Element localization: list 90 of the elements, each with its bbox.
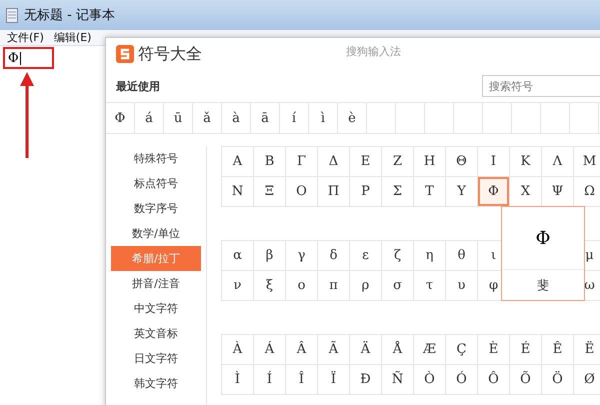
symbol-cell[interactable]: Ξ <box>254 177 286 207</box>
symbol-cell[interactable]: β <box>254 241 286 271</box>
symbol-cell[interactable]: σ <box>382 271 414 301</box>
symbol-cell[interactable]: υ <box>446 271 478 301</box>
symbol-cell[interactable]: Δ <box>318 147 350 177</box>
symbol-cell[interactable]: í <box>280 103 309 133</box>
symbol-cell[interactable]: ξ <box>254 271 286 301</box>
symbol-cell[interactable]: Õ <box>510 365 542 395</box>
symbol-cell[interactable]: à <box>222 103 251 133</box>
symbol-cell[interactable]: ā <box>251 103 280 133</box>
notepad-icon <box>6 8 18 22</box>
category-item[interactable]: 英文音标 <box>111 321 201 346</box>
symbol-cell[interactable]: Ð <box>350 365 382 395</box>
symbol-cell[interactable]: Å <box>382 335 414 365</box>
symbol-cell[interactable]: Æ <box>414 335 446 365</box>
menu-item[interactable]: 文件(F) <box>7 30 44 45</box>
symbol-cell[interactable]: Ν <box>222 177 254 207</box>
menu-item[interactable]: 编辑(E) <box>54 30 92 45</box>
category-item[interactable]: 特殊符号 <box>111 146 201 171</box>
symbol-cell[interactable]: Ê <box>542 335 574 365</box>
symbol-cell[interactable]: Σ <box>382 177 414 207</box>
symbol-cell[interactable]: δ <box>318 241 350 271</box>
text-cursor <box>20 52 21 64</box>
symbol-reading: 斐 <box>536 276 550 294</box>
symbol-cell[interactable]: Μ <box>574 147 600 177</box>
panel-title: 符号大全 <box>138 44 202 64</box>
arrow-icon <box>20 72 34 160</box>
symbol-cell[interactable]: Í <box>254 365 286 395</box>
category-item[interactable]: 韩文字符 <box>111 371 201 396</box>
symbol-cell[interactable]: Ö <box>542 365 574 395</box>
symbol-cell[interactable]: Ζ <box>382 147 414 177</box>
symbol-cell[interactable]: Τ <box>414 177 446 207</box>
symbol-cell[interactable]: Γ <box>286 147 318 177</box>
symbol-cell[interactable]: θ <box>446 241 478 271</box>
window-title: 无标题 - 记事本 <box>24 7 115 24</box>
symbol-cell[interactable]: Ø <box>574 365 600 395</box>
symbol-cell[interactable]: É <box>510 335 542 365</box>
symbol-cell[interactable]: Η <box>414 147 446 177</box>
symbol-cell[interactable]: Ã <box>318 335 350 365</box>
category-item[interactable]: 数字序号 <box>111 196 201 221</box>
symbol-cell[interactable]: Ρ <box>350 177 382 207</box>
editor-text: Φ <box>8 50 19 66</box>
symbol-cell[interactable]: Φ <box>478 177 510 207</box>
symbol-cell[interactable]: ζ <box>382 241 414 271</box>
search-field[interactable]: 搜索符号 <box>482 75 600 97</box>
symbol-cell[interactable]: Π <box>318 177 350 207</box>
symbol-cell[interactable]: Á <box>254 335 286 365</box>
symbol-cell[interactable]: ì <box>309 103 338 133</box>
symbol-cell[interactable]: Ì <box>222 365 254 395</box>
symbol-cell[interactable]: Θ <box>446 147 478 177</box>
symbol-cell[interactable]: ε <box>350 241 382 271</box>
symbol-cell[interactable]: Φ <box>106 103 135 133</box>
category-item[interactable]: 拼音/注音 <box>111 271 201 296</box>
symbol-cell[interactable]: Α <box>222 147 254 177</box>
symbol-cell[interactable]: Ä <box>350 335 382 365</box>
symbol-cell[interactable]: Ó <box>446 365 478 395</box>
category-item[interactable]: 数学/单位 <box>111 221 201 246</box>
symbol-cell[interactable]: ǎ <box>193 103 222 133</box>
symbol-cell[interactable]: á <box>135 103 164 133</box>
category-item[interactable]: 日文字符 <box>111 346 201 371</box>
category-item[interactable]: 标点符号 <box>111 171 201 196</box>
symbol-cell[interactable]: Ñ <box>382 365 414 395</box>
symbol-cell[interactable]: Κ <box>510 147 542 177</box>
symbol-cell[interactable]: Ο <box>286 177 318 207</box>
symbol-cell[interactable]: Ï <box>318 365 350 395</box>
symbol-cell[interactable]: Â <box>286 335 318 365</box>
symbol-cell[interactable]: α <box>222 241 254 271</box>
symbol-cell[interactable]: Ε <box>350 147 382 177</box>
symbol-cell[interactable]: Ò <box>414 365 446 395</box>
symbol-cell[interactable]: Ô <box>478 365 510 395</box>
symbol-cell[interactable]: γ <box>286 241 318 271</box>
symbol-cell[interactable]: ρ <box>350 271 382 301</box>
symbol-cell[interactable]: Ç <box>446 335 478 365</box>
symbol-cell[interactable]: À <box>222 335 254 365</box>
ime-name: 搜狗输入法 <box>346 44 401 58</box>
symbol-cell[interactable]: ν <box>222 271 254 301</box>
symbol-cell[interactable]: π <box>318 271 350 301</box>
symbol-cell[interactable]: τ <box>414 271 446 301</box>
symbol-cell[interactable]: Β <box>254 147 286 177</box>
logo-icon <box>116 45 134 63</box>
section-label: 最近使用 <box>116 78 160 94</box>
symbol-cell[interactable]: Λ <box>542 147 574 177</box>
symbol-cell[interactable]: ο <box>286 271 318 301</box>
symbol-cell[interactable]: Ë <box>574 335 600 365</box>
symbol-cell[interactable]: è <box>338 103 367 133</box>
symbol-cell[interactable]: ū <box>164 103 193 133</box>
symbol-cell[interactable]: È <box>478 335 510 365</box>
symbol-cell[interactable]: η <box>414 241 446 271</box>
category-item[interactable]: 中文字符 <box>111 296 201 321</box>
symbol-cell[interactable]: Î <box>286 365 318 395</box>
